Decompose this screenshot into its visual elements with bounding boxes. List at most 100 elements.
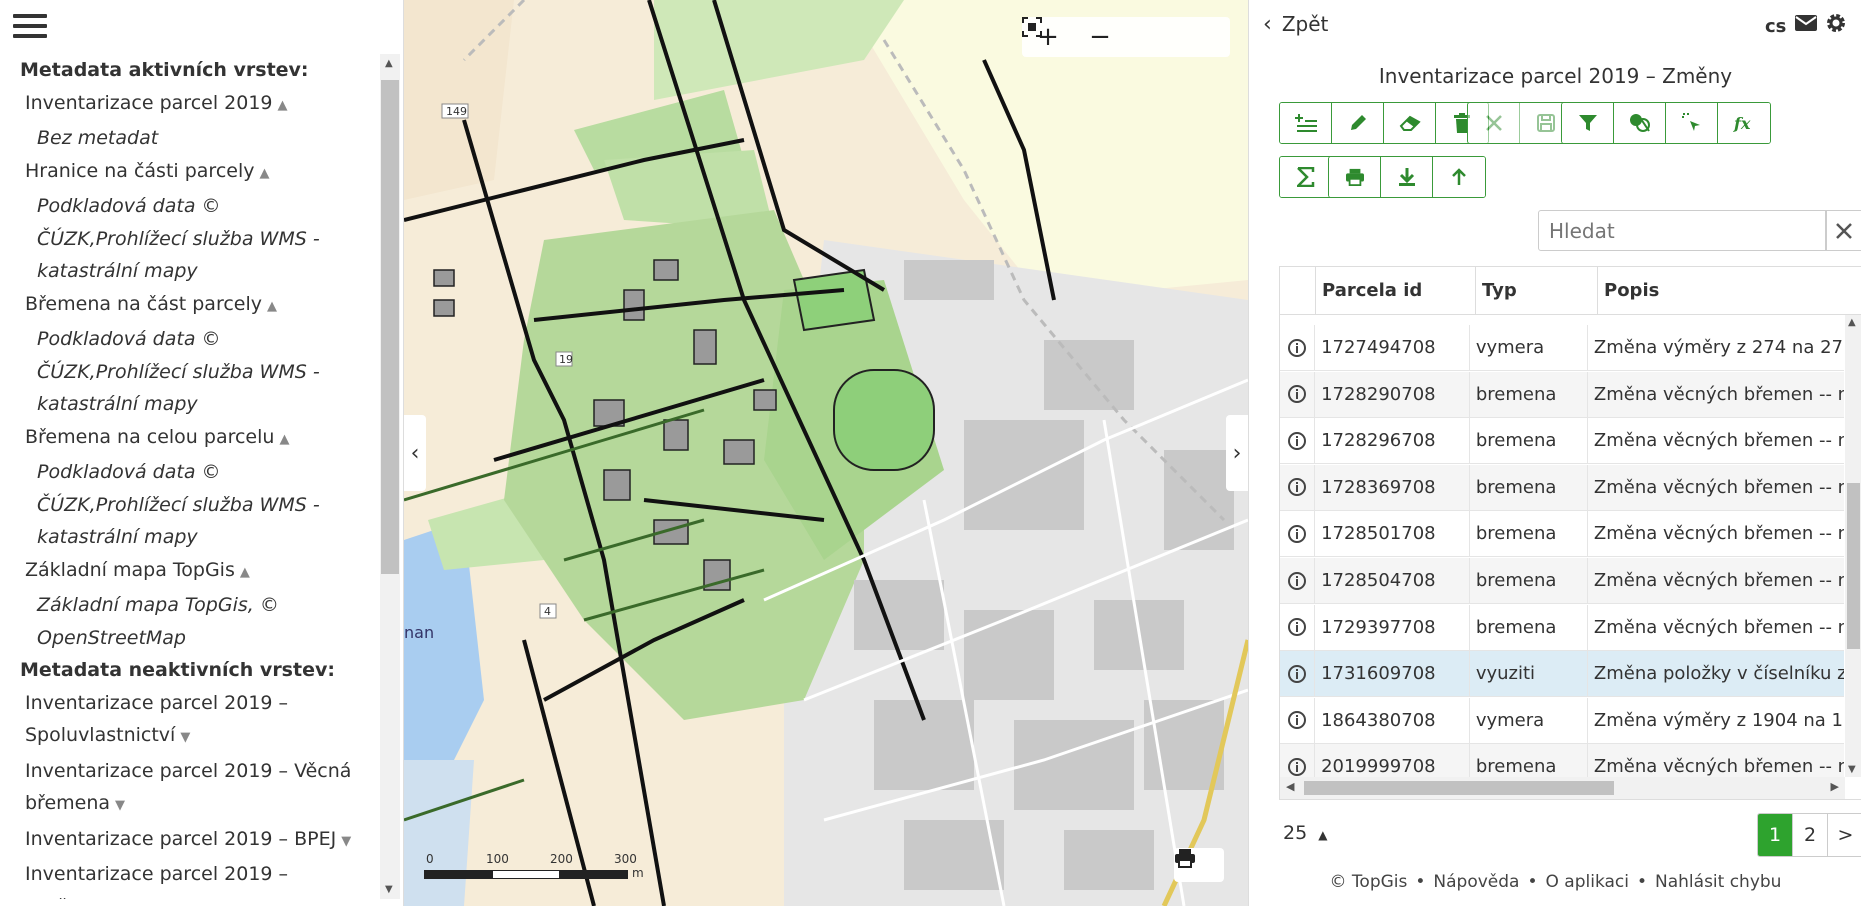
layer-item[interactable]: Inventarizace parcel 2019 – BPEJ ▼ <box>20 823 378 859</box>
back-button[interactable]: ‹ Zpět <box>1263 12 1328 37</box>
table-horizontal-scrollbar[interactable]: ◀ ▶ <box>1280 777 1845 799</box>
row-info-button[interactable] <box>1280 464 1316 510</box>
upload-button[interactable] <box>1433 157 1485 197</box>
zoom-out-button[interactable]: − <box>1074 17 1126 57</box>
layer-item[interactable]: Inventarizace parcel 2019 – <box>20 858 378 891</box>
layer-item[interactable]: Inventarizace parcel 2019 ▲ <box>20 87 378 123</box>
layer-item[interactable]: Změny▼ <box>20 891 378 900</box>
add-row-icon <box>1294 114 1317 132</box>
page-button-2[interactable]: 2 <box>1793 814 1828 856</box>
scroll-down-icon[interactable]: ▼ <box>1848 764 1856 775</box>
eraser-button[interactable] <box>1384 103 1436 143</box>
about-link[interactable]: O aplikaci <box>1546 872 1629 892</box>
caret-up-icon[interactable]: ▲ <box>278 98 288 113</box>
select-button[interactable] <box>1666 103 1718 143</box>
page-button-1[interactable]: 1 <box>1758 814 1793 856</box>
scale-label: 300 <box>614 852 637 866</box>
report-bug-link[interactable]: Nahlásit chybu <box>1655 872 1781 892</box>
scroll-down-icon[interactable]: ▼ <box>385 884 393 895</box>
next-page-button[interactable]: > <box>1828 814 1861 856</box>
row-info-button[interactable] <box>1280 371 1316 417</box>
caret-down-icon[interactable]: ▼ <box>115 798 125 813</box>
layer-item[interactable]: Spoluvlastnictví ▼ <box>20 719 378 755</box>
row-info-button[interactable] <box>1280 651 1316 697</box>
row-info-button[interactable] <box>1280 558 1316 603</box>
edit-button[interactable] <box>1332 103 1384 143</box>
layer-metadata: katastrální mapy <box>37 526 198 548</box>
cancel-button[interactable] <box>1468 103 1520 143</box>
layer-name: Hranice na části parcely <box>25 159 255 182</box>
fullscreen-icon[interactable] <box>1022 17 1178 57</box>
table-row[interactable]: 1864380708 vymera Změna výměry z 1904 na 1… <box>1280 697 1844 744</box>
table-row[interactable]: 1728369708 bremena Změna věcných břemen --… <box>1280 464 1844 511</box>
table-row[interactable]: 2019999708 bremena Změna věcných břemen --… <box>1280 744 1844 777</box>
language-switch[interactable]: cs <box>1765 16 1786 37</box>
scroll-right-icon[interactable]: ▶ <box>1831 780 1839 793</box>
layer-item[interactable]: Břemena na celou parcelu ▲ <box>20 421 378 457</box>
search-input[interactable] <box>1538 210 1826 251</box>
row-info-button[interactable] <box>1280 418 1316 464</box>
table-row[interactable]: 1727494708 vymera Změna výměry z 274 na 27… <box>1280 325 1844 371</box>
scale-label: 200 <box>550 852 573 866</box>
table-row[interactable]: 1731609708 vyuziti Změna položky v číselní… <box>1280 651 1844 698</box>
layer-name: Inventarizace parcel 2019 – <box>25 863 289 885</box>
layers-button[interactable] <box>1614 103 1666 143</box>
mail-icon[interactable] <box>1795 14 1817 36</box>
attribute-table: Parcela id Typ Popis 1727494708 vymera Změ… <box>1279 266 1861 800</box>
scroll-left-icon[interactable]: ◀ <box>1286 780 1294 793</box>
add-row-button[interactable] <box>1280 103 1332 143</box>
caret-up-icon[interactable]: ▲ <box>267 299 277 314</box>
zoom-to-extent-icon[interactable] <box>1022 17 1230 57</box>
layer-item[interactable]: Břemena na část parcely ▲ <box>20 288 378 324</box>
layer-item[interactable]: Základní mapa TopGis ▲ <box>20 554 378 590</box>
collapse-left-panel-button[interactable]: ‹ <box>404 415 426 491</box>
row-info-button[interactable] <box>1280 325 1316 370</box>
arrow-up-icon <box>1452 168 1466 185</box>
caret-down-icon[interactable]: ▼ <box>341 834 351 849</box>
column-header-typ[interactable]: Typ <box>1476 267 1598 314</box>
table-row[interactable]: 1728501708 bremena Změna věcných břemen --… <box>1280 511 1844 558</box>
scroll-up-icon[interactable]: ▲ <box>385 58 393 69</box>
row-info-button[interactable] <box>1280 604 1316 650</box>
layer-metadata: ČÚZK,Prohlížecí služba WMS - <box>37 227 320 250</box>
collapse-right-panel-button[interactable]: › <box>1226 415 1248 491</box>
metadata-scrollbar[interactable]: ▲ ▼ <box>380 54 400 899</box>
help-link[interactable]: Nápověda <box>1433 872 1519 892</box>
page-size-select[interactable]: 25 ▲ <box>1283 822 1327 844</box>
map-view[interactable]: 149 19 4 nan + − ‹ › 0 100 200 300 m <box>404 0 1248 906</box>
map-canvas[interactable]: 149 19 4 nan <box>404 0 1248 906</box>
scroll-up-icon[interactable]: ▲ <box>1848 317 1856 328</box>
layer-item[interactable]: břemena ▼ <box>20 787 378 823</box>
table-vertical-scrollbar[interactable]: ▲ ▼ <box>1845 315 1861 777</box>
row-info-button[interactable] <box>1280 744 1316 777</box>
formula-button[interactable]: fx <box>1718 103 1770 143</box>
print-button[interactable] <box>1329 157 1381 197</box>
caret-up-icon[interactable]: ▲ <box>240 565 250 580</box>
layer-item[interactable]: Inventarizace parcel 2019 – Věcná <box>20 755 378 788</box>
table-row[interactable]: 1728504708 bremena Změna věcných břemen --… <box>1280 558 1844 604</box>
gear-icon[interactable] <box>1825 12 1847 38</box>
clear-search-button[interactable] <box>1826 210 1861 251</box>
scroll-thumb[interactable] <box>381 80 399 574</box>
column-header-parcela-id[interactable]: Parcela id <box>1316 267 1476 314</box>
column-header-popis[interactable]: Popis <box>1598 267 1861 314</box>
menu-icon[interactable] <box>13 14 47 42</box>
caret-up-icon[interactable]: ▲ <box>259 166 269 181</box>
caret-down-icon[interactable]: ▼ <box>180 730 190 745</box>
table-row[interactable]: 1728296708 bremena Změna věcných břemen --… <box>1280 418 1844 465</box>
table-row[interactable]: 1728290708 bremena Změna věcných břemen --… <box>1280 371 1844 418</box>
filter-button[interactable] <box>1562 103 1614 143</box>
scroll-thumb[interactable] <box>1304 781 1614 795</box>
row-info-button[interactable] <box>1280 511 1316 557</box>
scroll-thumb[interactable] <box>1847 483 1860 649</box>
layer-item[interactable]: Hranice na části parcely ▲ <box>20 155 378 191</box>
row-info-button[interactable] <box>1280 697 1316 743</box>
cell-popis: Změna věcných břemen -- n <box>1593 756 1844 777</box>
layer-item[interactable]: Inventarizace parcel 2019 – <box>20 687 378 720</box>
sum-button[interactable] <box>1280 157 1332 197</box>
caret-up-icon[interactable]: ▲ <box>279 432 289 447</box>
map-print-button[interactable] <box>1174 848 1224 882</box>
table-row[interactable]: 1729397708 bremena Změna věcných břemen --… <box>1280 604 1844 651</box>
layer-metadata: ČÚZK,Prohlížecí služba WMS - <box>37 360 320 383</box>
download-button[interactable] <box>1381 157 1433 197</box>
